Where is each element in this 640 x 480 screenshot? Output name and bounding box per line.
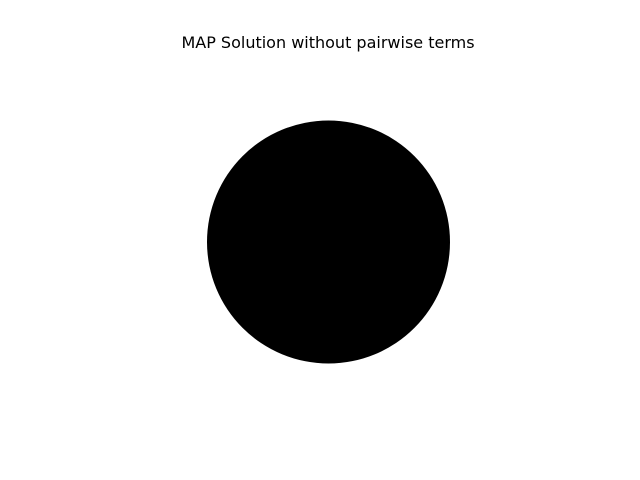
segmentation-image <box>207 120 450 364</box>
foreground-disk <box>207 120 450 364</box>
figure-title: MAP Solution without pairwise terms <box>181 33 475 52</box>
segmentation-mask <box>207 120 450 364</box>
figure-canvas: MAP Solution without pairwise terms <box>0 0 640 480</box>
